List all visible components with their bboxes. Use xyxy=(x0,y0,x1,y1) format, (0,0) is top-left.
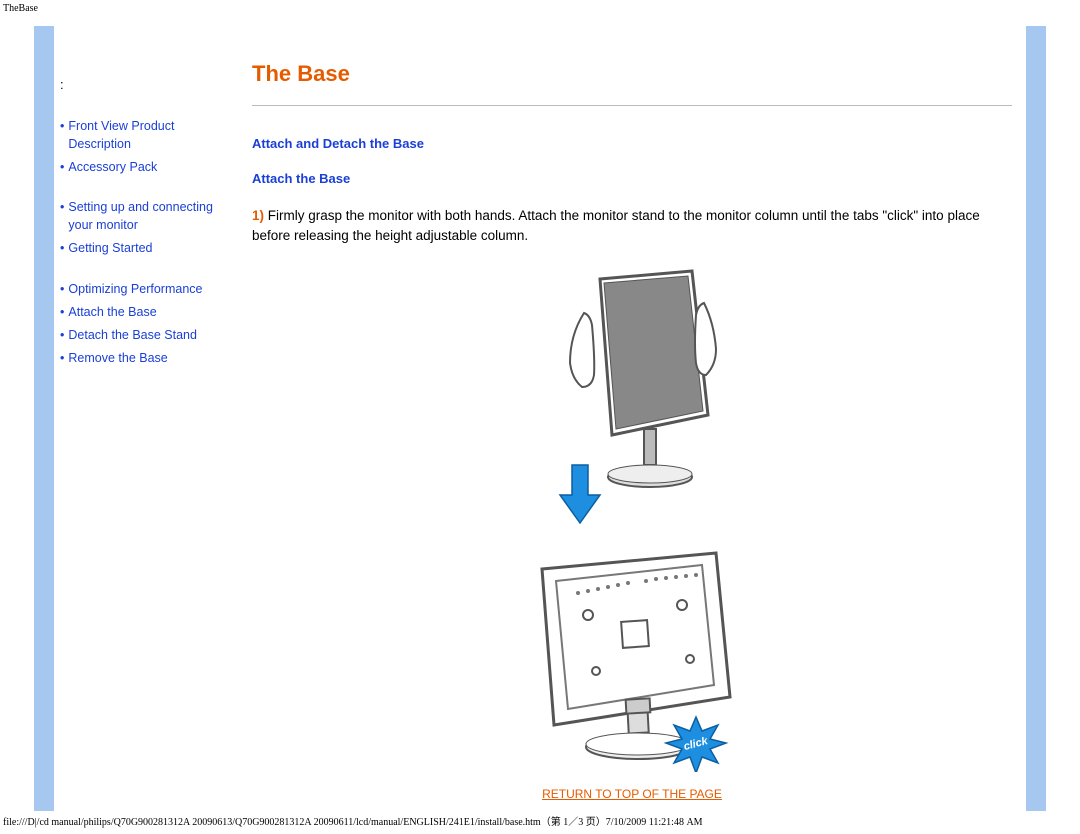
sidebar-link[interactable]: Getting Started xyxy=(68,239,152,257)
sidebar-item-attach-base[interactable]: • Attach the Base xyxy=(60,303,240,321)
sidebar-item-detach-base[interactable]: • Detach the Base Stand xyxy=(60,326,240,344)
sidebar-link[interactable]: Remove the Base xyxy=(68,349,167,367)
bullet-icon: • xyxy=(60,303,64,321)
sidebar-item-setup-connecting[interactable]: • Setting up and connecting your monitor xyxy=(60,198,240,234)
monitor-back-illustration: click xyxy=(522,547,742,772)
decorative-stripe-right xyxy=(1026,26,1046,811)
header-breadcrumb: TheBase xyxy=(0,0,1080,16)
bullet-icon: • xyxy=(60,239,64,257)
sidebar-spacer xyxy=(60,263,240,275)
bullet-icon: • xyxy=(60,198,64,234)
main-content: The Base Attach and Detach the Base Atta… xyxy=(252,61,1012,801)
bullet-icon: • xyxy=(60,158,64,176)
bullet-icon: • xyxy=(60,349,64,367)
page-footer-path: file:///D|/cd manual/philips/Q70G9002813… xyxy=(3,813,703,828)
step-1: 1) Firmly grasp the monitor with both ha… xyxy=(252,206,1012,245)
illustration-2: click xyxy=(252,547,1012,777)
illustration-1 xyxy=(252,267,1012,537)
sidebar-link[interactable]: Optimizing Performance xyxy=(68,280,202,298)
page-title: The Base xyxy=(252,61,1012,87)
sidebar-list: • Front View Product Description • Acces… xyxy=(60,117,240,367)
return-to-top-link[interactable]: RETURN TO TOP OF THE PAGE xyxy=(252,787,1012,801)
sidebar-item-accessory-pack[interactable]: • Accessory Pack xyxy=(60,158,240,176)
sidebar-item-remove-base[interactable]: • Remove the Base xyxy=(60,349,240,367)
bullet-icon: • xyxy=(60,280,64,298)
sidebar-spacer xyxy=(60,181,240,193)
sidebar-link[interactable]: Accessory Pack xyxy=(68,158,157,176)
sidebar-nav: : • Front View Product Description • Acc… xyxy=(60,76,240,372)
monitor-attach-illustration xyxy=(530,267,735,532)
sidebar-link[interactable]: Attach the Base xyxy=(68,303,156,321)
bullet-icon: • xyxy=(60,326,64,344)
sidebar-link[interactable]: Detach the Base Stand xyxy=(68,326,197,344)
sidebar-item-front-view[interactable]: • Front View Product Description xyxy=(60,117,240,153)
decorative-stripe-left xyxy=(34,26,54,811)
subsection-heading: Attach the Base xyxy=(252,171,1012,186)
sidebar-prefix: : xyxy=(60,76,240,95)
sidebar-item-optimizing[interactable]: • Optimizing Performance xyxy=(60,280,240,298)
bullet-icon: • xyxy=(60,117,64,153)
sidebar-item-getting-started[interactable]: • Getting Started xyxy=(60,239,240,257)
divider xyxy=(252,105,1012,106)
step-text: Firmly grasp the monitor with both hands… xyxy=(252,208,980,243)
step-number: 1) xyxy=(252,208,264,223)
arrow-down-icon xyxy=(560,465,600,523)
page-content: : • Front View Product Description • Acc… xyxy=(0,16,1080,811)
section-heading: Attach and Detach the Base xyxy=(252,136,1012,151)
sidebar-link[interactable]: Setting up and connecting your monitor xyxy=(68,198,240,234)
sidebar-link[interactable]: Front View Product Description xyxy=(68,117,240,153)
click-badge-icon: click xyxy=(666,717,726,772)
